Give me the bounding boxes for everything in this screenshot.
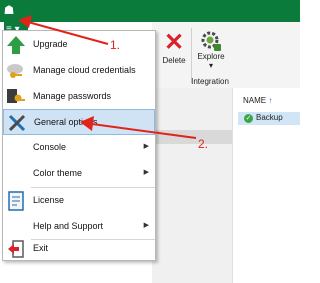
annotation-arrows <box>18 15 197 139</box>
annotation-step-1: 1. <box>110 38 121 52</box>
annotation-arrowhead-1 <box>18 15 32 28</box>
annotation-step-2: 2. <box>198 137 209 151</box>
annotation-arrowhead-2 <box>80 116 94 131</box>
